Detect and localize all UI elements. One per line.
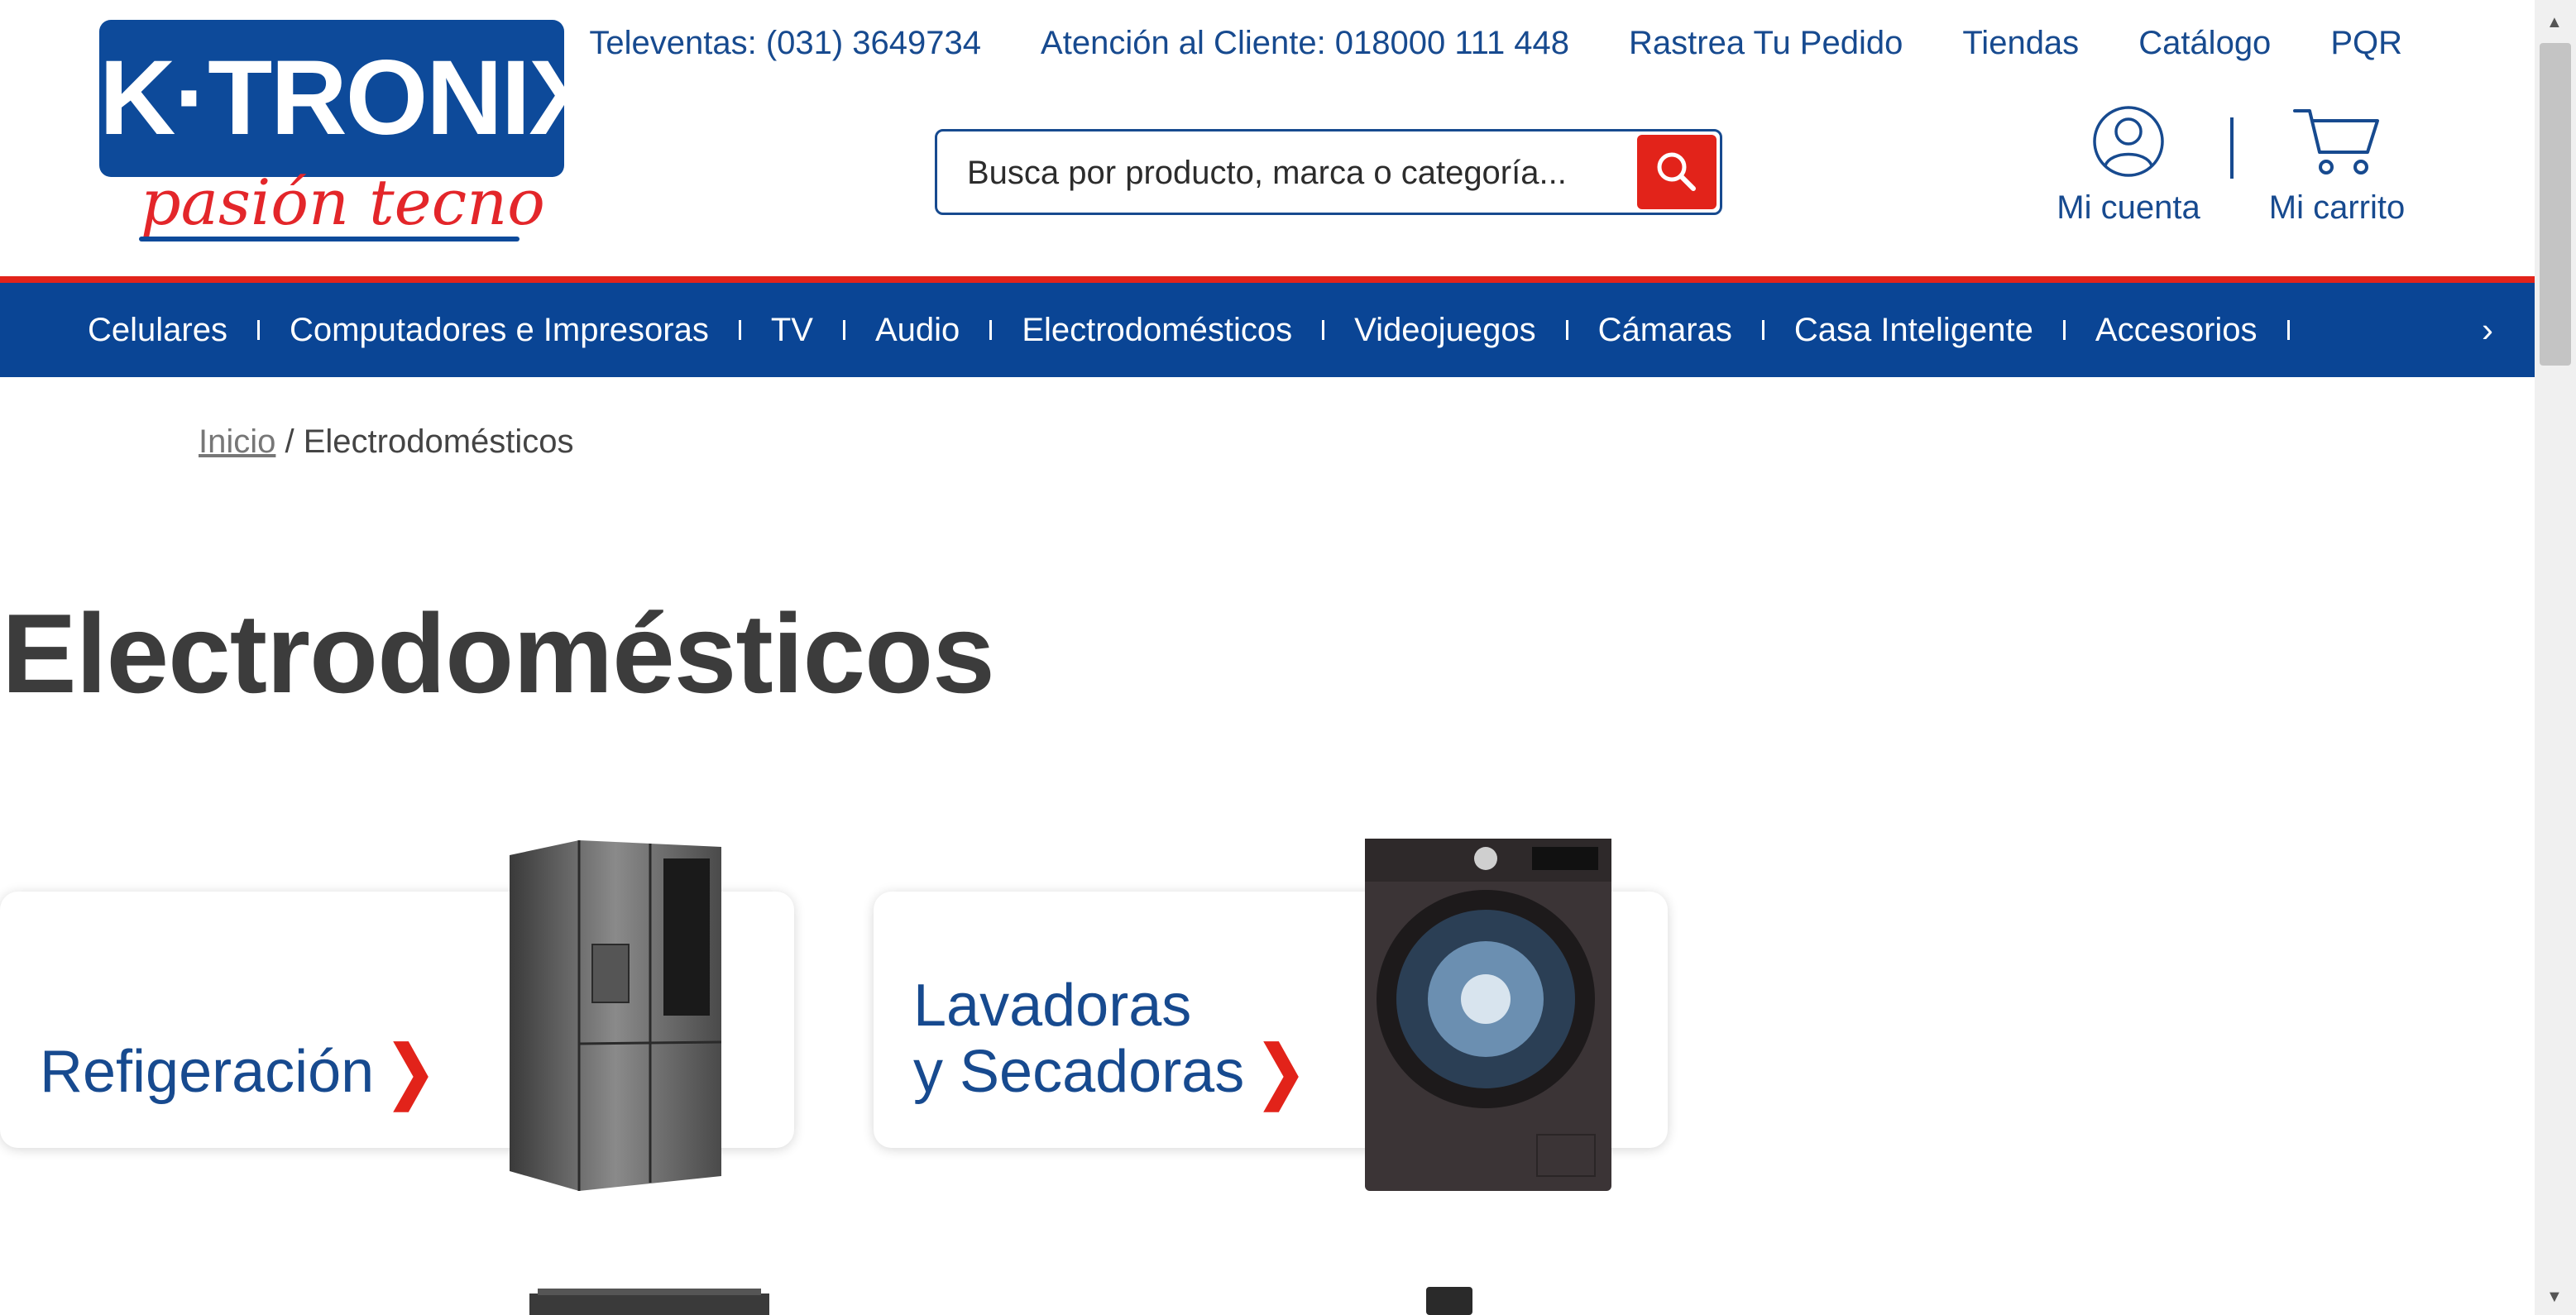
nav-item-celulares[interactable]: Celulares [88,312,290,349]
top-links: Televentas: (031) 3649734 Atención al Cl… [589,25,2402,62]
nav-item-electrodomesticos[interactable]: Electrodomésticos [1022,312,1354,349]
search-input[interactable] [965,146,1597,199]
breadcrumb: Inicio / Electrodomésticos [199,423,574,461]
category-card-label: Lavadoras y Secadoras ❯ [913,973,1306,1110]
chevron-right-icon: ❯ [1256,1034,1306,1110]
product-image-partial [529,1289,769,1315]
header-divider [2230,117,2234,179]
chevron-right-icon: ❯ [385,1034,436,1110]
category-nav: Celulares Computadores e Impresoras TV A… [0,283,2535,377]
account-label: Mi cuenta [2056,189,2200,226]
washing-machine-image [1365,839,1611,1191]
product-image-partial [1426,1287,1472,1315]
page: K·TRONIX pasión tecno Televentas: (031) … [0,0,2535,1315]
nav-item-audio[interactable]: Audio [875,312,1022,349]
scroll-down-icon[interactable]: ▼ [2546,1288,2563,1307]
user-icon [2093,106,2164,177]
ktronix-logo[interactable]: K·TRONIX [99,20,600,177]
search-box [935,129,1722,215]
pqr-link[interactable]: PQR [2330,25,2402,62]
logo-tagline: pasión tecno [141,165,545,239]
page-title: Electrodomésticos [2,591,995,716]
cart-label: Mi carrito [2268,189,2406,226]
logo-underline [139,237,520,241]
breadcrumb-separator: / [275,423,304,460]
breadcrumb-current: Electrodomésticos [303,423,574,460]
cart-icon [2293,109,2379,175]
search-button[interactable] [1637,135,1717,209]
nav-item-camaras[interactable]: Cámaras [1598,312,1794,349]
category-card-label: Refigeración ❯ [40,1034,436,1110]
nav-accent-line [0,276,2535,283]
search-icon [1657,152,1696,191]
cart-button[interactable]: Mi carrito [2258,104,2416,227]
scroll-up-icon[interactable]: ▲ [2546,13,2563,32]
stores-link[interactable]: Tiendas [1962,25,2079,62]
scrollbar[interactable]: ▲ ▼ [2535,0,2576,1315]
catalog-link[interactable]: Catálogo [2138,25,2271,62]
nav-item-casa-inteligente[interactable]: Casa Inteligente [1794,312,2095,349]
breadcrumb-home-link[interactable]: Inicio [199,423,275,460]
refrigerator-image [510,840,722,1191]
scrollbar-thumb[interactable] [2540,43,2571,366]
customer-service-link[interactable]: Atención al Cliente: 018000 111 448 [1041,25,1569,62]
account-button[interactable]: Mi cuenta [2050,104,2207,227]
nav-item-accesorios[interactable]: Accesorios [2095,312,2320,349]
nav-next-icon[interactable]: › [2482,283,2493,377]
televentas-link[interactable]: Televentas: (031) 3649734 [589,25,981,62]
track-order-link[interactable]: Rastrea Tu Pedido [1629,25,1903,62]
nav-item-videojuegos[interactable]: Videojuegos [1354,312,1597,349]
nav-item-tv[interactable]: TV [771,312,875,349]
nav-item-computadores[interactable]: Computadores e Impresoras [290,312,771,349]
